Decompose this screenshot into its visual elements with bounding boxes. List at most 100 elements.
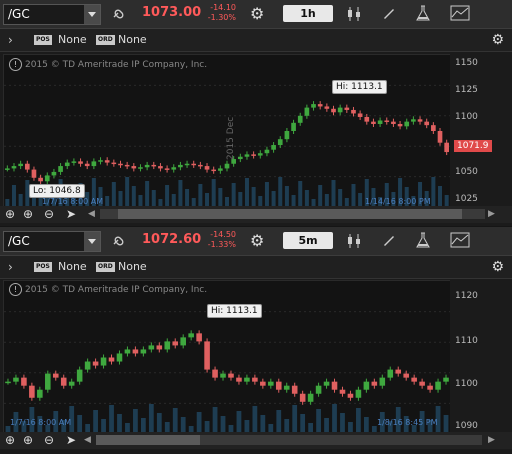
pencil-icon[interactable] <box>382 233 396 247</box>
gear-icon[interactable]: ⚙ <box>250 231 264 250</box>
link-icon[interactable] <box>111 234 127 248</box>
symbol-input[interactable]: /GC <box>3 231 101 252</box>
flask-icon[interactable] <box>416 5 430 22</box>
candle-body <box>21 377 27 386</box>
timeframe-button[interactable]: 5m <box>283 232 333 249</box>
candle-body <box>324 106 330 109</box>
symbol-input[interactable]: /GC <box>3 4 101 25</box>
candle-body <box>172 341 179 346</box>
gear-icon[interactable]: ⚙ <box>250 4 264 23</box>
candle-body <box>13 377 19 382</box>
candle-body <box>164 168 170 170</box>
pos-value: None <box>58 260 87 273</box>
scroll-thumb[interactable] <box>96 435 200 445</box>
candle-body <box>116 353 123 362</box>
candle-body <box>297 115 303 123</box>
toolbar: /GC 1072.60 -14.50 -1.33% ⚙ 5m <box>0 227 512 256</box>
zoom-out-icon[interactable]: ⊖ <box>44 207 54 221</box>
volume-bar <box>351 184 356 207</box>
candle-body <box>184 163 190 166</box>
candle-body <box>403 373 409 378</box>
volume-bar <box>185 189 190 207</box>
expand-chevron-icon[interactable]: › <box>8 260 13 274</box>
volume-bar <box>358 193 363 207</box>
zoom-in-icon[interactable]: ⊕ <box>23 207 33 221</box>
candle-body <box>337 107 343 113</box>
pointer-icon[interactable]: ➤ <box>66 433 76 447</box>
info-icon[interactable]: ! <box>9 283 22 296</box>
settings-gear-icon[interactable]: ⚙ <box>491 259 504 275</box>
candle-body <box>108 357 115 362</box>
candle-body <box>4 168 10 170</box>
scroll-right-arrow[interactable]: ▶ <box>488 435 495 445</box>
candle-body <box>371 121 376 124</box>
flask-icon[interactable] <box>416 232 430 249</box>
volume-bar <box>111 182 116 207</box>
info-icon[interactable]: ! <box>9 58 22 71</box>
candle-body <box>271 145 276 150</box>
pointer-icon[interactable]: ➤ <box>66 207 76 221</box>
volume-bar <box>165 185 170 207</box>
studies-icon[interactable] <box>450 232 470 248</box>
candlestick-icon[interactable] <box>346 233 362 249</box>
candle-body <box>24 163 30 170</box>
scroll-thumb[interactable] <box>118 209 462 219</box>
candle-body <box>118 163 123 166</box>
candle-body <box>211 169 217 172</box>
candle-body <box>212 369 218 378</box>
pos-tag: POS <box>34 35 52 45</box>
settings-gear-icon[interactable]: ⚙ <box>491 32 504 48</box>
chart-pane-1h: /GC 1073.00 -14.10 -1.30% ⚙ 1h › POS None… <box>0 0 512 226</box>
symbol-dropdown-button[interactable] <box>84 232 100 251</box>
last-price: 1072.60 <box>142 232 202 247</box>
volume-bar <box>284 186 289 207</box>
candle-body <box>404 121 410 127</box>
scroll-left-arrow[interactable]: ◀ <box>84 435 91 445</box>
y-tick: 1100 <box>455 112 478 122</box>
timeframe-button[interactable]: 1h <box>283 5 333 22</box>
volume-bar <box>118 191 123 207</box>
ord-tag: ORD <box>96 35 115 45</box>
candle-body <box>331 381 338 390</box>
crosshair-icon[interactable]: ⊕ <box>5 433 15 447</box>
net-change-value: -14.10 <box>210 3 236 12</box>
position-bar: › POS None ORD None ⚙ <box>0 29 512 52</box>
candlestick-icon[interactable] <box>346 6 362 22</box>
x-label-end: 1/8/16 8:45 PM <box>377 418 438 427</box>
candle-body <box>228 373 234 378</box>
expand-chevron-icon[interactable]: › <box>8 33 13 47</box>
candle-body <box>60 377 67 386</box>
candle-body <box>351 109 356 114</box>
volume-bar <box>318 185 323 207</box>
candle-body <box>45 373 51 390</box>
volume-bar <box>148 404 154 434</box>
volume-bar <box>205 193 210 207</box>
candle-body <box>131 166 137 169</box>
volume-bar <box>292 405 298 434</box>
link-icon[interactable] <box>111 7 127 21</box>
candle-body <box>252 377 258 382</box>
y-tick: 1125 <box>455 85 478 95</box>
candle-body <box>444 142 450 153</box>
candle-body <box>355 389 362 398</box>
candle-body <box>244 377 250 382</box>
volume-bar <box>117 414 122 434</box>
position-bar: › POS None ORD None ⚙ <box>0 256 512 279</box>
low-callout: Lo: 1046.8 <box>29 184 85 198</box>
candle-body <box>29 385 35 398</box>
candle-body <box>44 175 50 182</box>
candle-body <box>132 349 139 354</box>
crosshair-icon[interactable]: ⊕ <box>5 207 15 221</box>
candle-body <box>68 381 75 386</box>
scroll-right-arrow[interactable]: ▶ <box>488 209 495 219</box>
volume-bar <box>151 190 156 207</box>
pencil-icon[interactable] <box>382 6 396 20</box>
zoom-out-icon[interactable]: ⊖ <box>44 433 54 447</box>
scroll-left-arrow[interactable]: ◀ <box>88 209 95 219</box>
x-label-month: 2015 Dec <box>226 116 236 160</box>
volume-bar <box>156 413 162 434</box>
zoom-in-icon[interactable]: ⊕ <box>23 433 33 447</box>
symbol-dropdown-button[interactable] <box>84 5 100 24</box>
studies-icon[interactable] <box>450 5 470 21</box>
candle-body <box>379 377 386 386</box>
